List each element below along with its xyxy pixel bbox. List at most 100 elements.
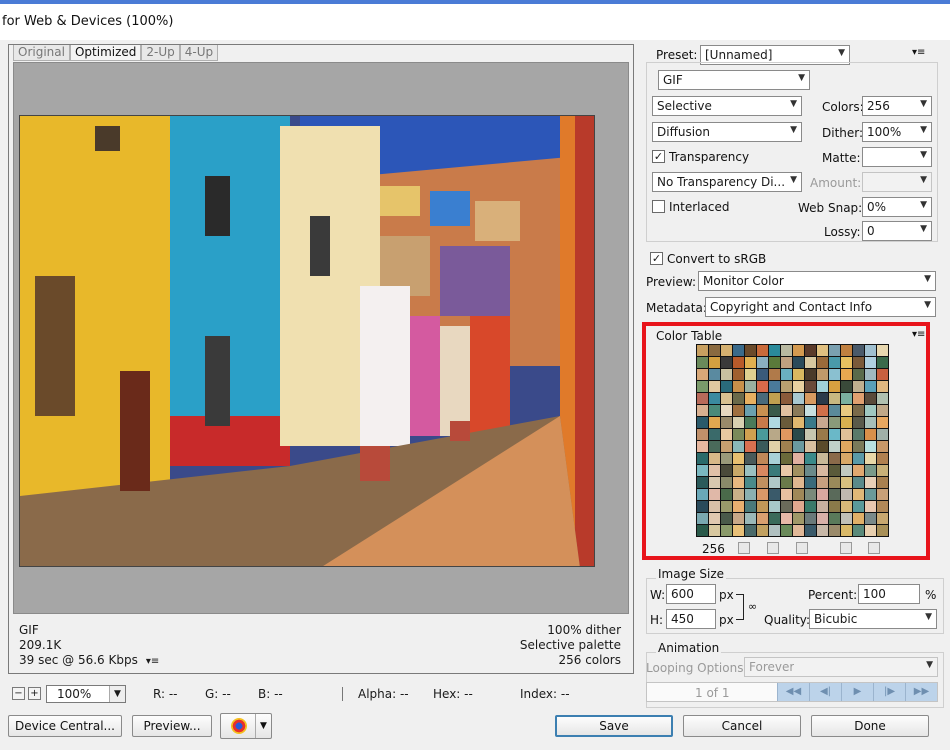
color-swatch[interactable] <box>865 369 876 380</box>
color-swatch[interactable] <box>769 453 780 464</box>
color-table-menu-icon[interactable]: ▾≡ <box>912 329 925 340</box>
color-swatch[interactable] <box>697 393 708 404</box>
color-swatch[interactable] <box>709 525 720 536</box>
color-swatch[interactable] <box>805 417 816 428</box>
percent-input[interactable]: 100 <box>858 584 920 604</box>
color-swatch[interactable] <box>829 369 840 380</box>
color-swatch[interactable] <box>841 405 852 416</box>
tab-original[interactable]: Original <box>13 45 70 61</box>
color-swatch[interactable] <box>841 393 852 404</box>
color-swatch[interactable] <box>709 465 720 476</box>
color-swatch[interactable] <box>733 429 744 440</box>
color-swatch[interactable] <box>865 345 876 356</box>
trash-icon[interactable] <box>868 542 880 554</box>
color-swatch[interactable] <box>817 489 828 500</box>
color-swatch[interactable] <box>781 477 792 488</box>
cancel-button[interactable]: Cancel <box>683 715 801 737</box>
color-swatch[interactable] <box>745 369 756 380</box>
color-swatch[interactable] <box>757 417 768 428</box>
color-swatch[interactable] <box>853 489 864 500</box>
color-swatch[interactable] <box>877 513 888 524</box>
color-swatch[interactable] <box>769 441 780 452</box>
color-swatch[interactable] <box>805 525 816 536</box>
color-swatch[interactable] <box>697 381 708 392</box>
color-swatch[interactable] <box>745 429 756 440</box>
color-swatch[interactable] <box>721 405 732 416</box>
color-swatch[interactable] <box>781 441 792 452</box>
color-swatch[interactable] <box>709 489 720 500</box>
color-swatch[interactable] <box>805 393 816 404</box>
color-swatch[interactable] <box>817 429 828 440</box>
color-swatch[interactable] <box>793 477 804 488</box>
color-swatch[interactable] <box>733 357 744 368</box>
color-swatch[interactable] <box>709 417 720 428</box>
color-swatch[interactable] <box>817 465 828 476</box>
color-swatch[interactable] <box>853 405 864 416</box>
color-swatch[interactable] <box>697 345 708 356</box>
color-swatch[interactable] <box>757 501 768 512</box>
color-swatch[interactable] <box>769 405 780 416</box>
play-icon[interactable]: ▶ <box>841 683 873 701</box>
color-swatch[interactable] <box>769 489 780 500</box>
color-swatch[interactable] <box>829 345 840 356</box>
color-swatch[interactable] <box>829 489 840 500</box>
color-swatch[interactable] <box>805 381 816 392</box>
color-swatch[interactable] <box>781 369 792 380</box>
speed-menu-icon[interactable]: ▾≡ <box>146 656 159 667</box>
color-swatch[interactable] <box>745 489 756 500</box>
color-swatch[interactable] <box>805 453 816 464</box>
color-swatch[interactable] <box>865 453 876 464</box>
color-swatch[interactable] <box>865 489 876 500</box>
color-swatch[interactable] <box>877 441 888 452</box>
color-swatch[interactable] <box>877 381 888 392</box>
color-swatch[interactable] <box>709 345 720 356</box>
color-swatch[interactable] <box>853 381 864 392</box>
color-swatch[interactable] <box>877 417 888 428</box>
color-swatch[interactable] <box>817 501 828 512</box>
color-swatch[interactable] <box>709 453 720 464</box>
save-button[interactable]: Save <box>555 715 673 737</box>
color-swatch[interactable] <box>769 501 780 512</box>
preview-button[interactable]: Preview... <box>132 715 212 737</box>
color-swatch[interactable] <box>733 453 744 464</box>
color-swatch[interactable] <box>829 381 840 392</box>
color-swatch[interactable] <box>697 489 708 500</box>
color-swatch[interactable] <box>877 393 888 404</box>
color-swatch[interactable] <box>721 513 732 524</box>
color-swatch[interactable] <box>745 345 756 356</box>
color-swatch[interactable] <box>733 501 744 512</box>
color-swatch[interactable] <box>877 345 888 356</box>
color-swatch[interactable] <box>733 417 744 428</box>
color-swatch[interactable] <box>697 417 708 428</box>
color-swatch[interactable] <box>865 477 876 488</box>
color-swatch[interactable] <box>829 501 840 512</box>
color-swatch[interactable] <box>781 381 792 392</box>
color-swatch[interactable] <box>793 393 804 404</box>
color-swatch[interactable] <box>697 465 708 476</box>
color-swatch[interactable] <box>721 441 732 452</box>
color-swatch[interactable] <box>829 525 840 536</box>
color-swatch[interactable] <box>709 513 720 524</box>
color-swatch[interactable] <box>709 501 720 512</box>
interlaced-checkbox[interactable] <box>652 200 665 213</box>
web-shift-icon[interactable] <box>767 542 779 554</box>
color-swatch[interactable] <box>853 513 864 524</box>
transparency-dither-select[interactable]: No Transparency Di... ▼ <box>652 172 802 192</box>
color-swatch[interactable] <box>721 453 732 464</box>
color-swatch[interactable] <box>769 357 780 368</box>
color-swatch[interactable] <box>793 369 804 380</box>
color-swatch[interactable] <box>733 477 744 488</box>
color-swatch[interactable] <box>781 513 792 524</box>
color-swatch[interactable] <box>829 477 840 488</box>
color-swatch[interactable] <box>841 465 852 476</box>
color-swatch[interactable] <box>781 501 792 512</box>
color-swatch[interactable] <box>697 513 708 524</box>
color-swatch[interactable] <box>829 405 840 416</box>
color-swatch[interactable] <box>721 417 732 428</box>
link-icon[interactable]: ∞ <box>748 600 757 613</box>
optimize-menu-icon[interactable]: ▾≡ <box>912 47 925 58</box>
new-color-icon[interactable] <box>840 542 852 554</box>
color-swatch[interactable] <box>793 453 804 464</box>
color-swatch[interactable] <box>769 429 780 440</box>
color-swatch[interactable] <box>865 501 876 512</box>
